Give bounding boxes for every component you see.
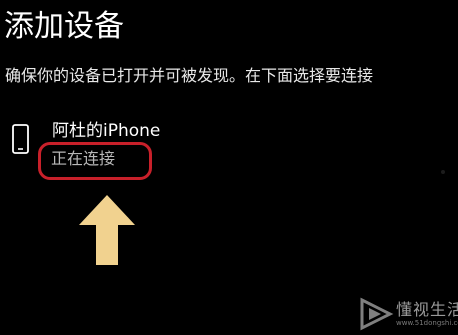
watermark: 懂视生活 www.51dongshi.com — [356, 295, 458, 333]
play-triangle-logo-icon — [360, 297, 394, 331]
page-title: 添加设备 — [4, 9, 124, 44]
up-arrow-icon — [79, 195, 135, 265]
watermark-text: 懂视生活 — [396, 300, 458, 319]
phone-icon — [12, 124, 29, 154]
device-name: 阿杜的iPhone — [52, 121, 161, 141]
watermark-url: www.51dongshi.com — [396, 319, 458, 327]
divider-dot — [441, 170, 445, 174]
instruction-text: 确保你的设备已打开并可被发现。在下面选择要连接 — [5, 66, 374, 85]
status-highlight-circle — [38, 142, 152, 180]
